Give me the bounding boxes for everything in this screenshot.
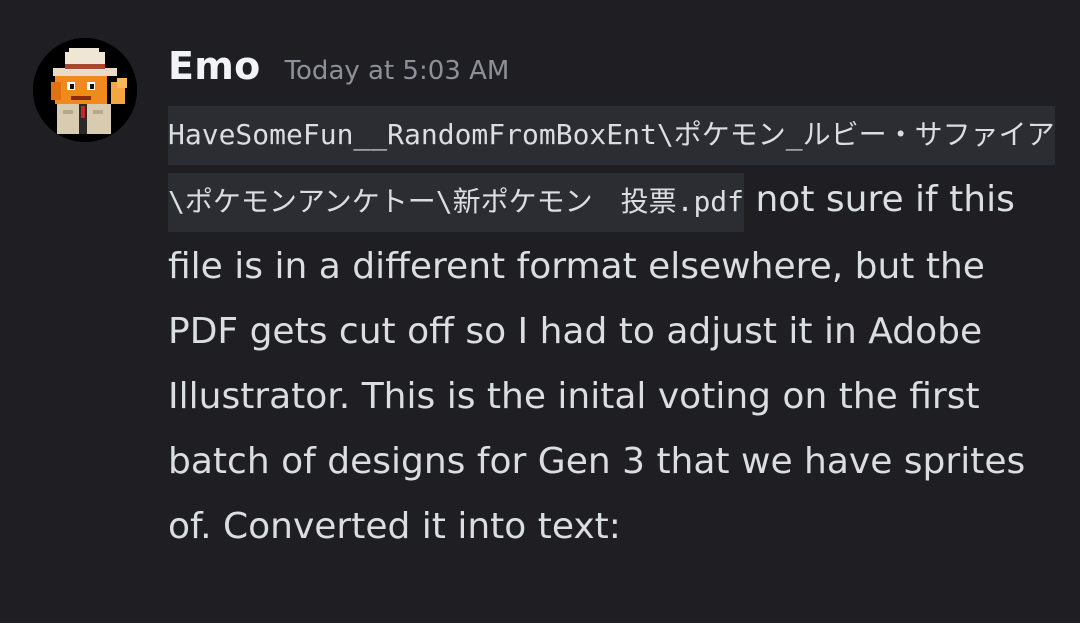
message-body: HaveSomeFun__RandomFromBoxEnt\ポケモン_ルビー・サ…: [168, 100, 1058, 559]
timestamp[interactable]: Today at 5:03 AM: [285, 56, 510, 86]
message-text: not sure if this file is in a different …: [168, 179, 1026, 547]
username[interactable]: Emo: [168, 44, 261, 88]
message-header: Emo Today at 5:03 AM: [168, 44, 509, 100]
pixel-detective-fish-avatar-icon: [33, 38, 137, 142]
chat-message: Emo Today at 5:03 AM HaveSomeFun__Random…: [0, 0, 1080, 623]
user-avatar[interactable]: [33, 38, 137, 142]
